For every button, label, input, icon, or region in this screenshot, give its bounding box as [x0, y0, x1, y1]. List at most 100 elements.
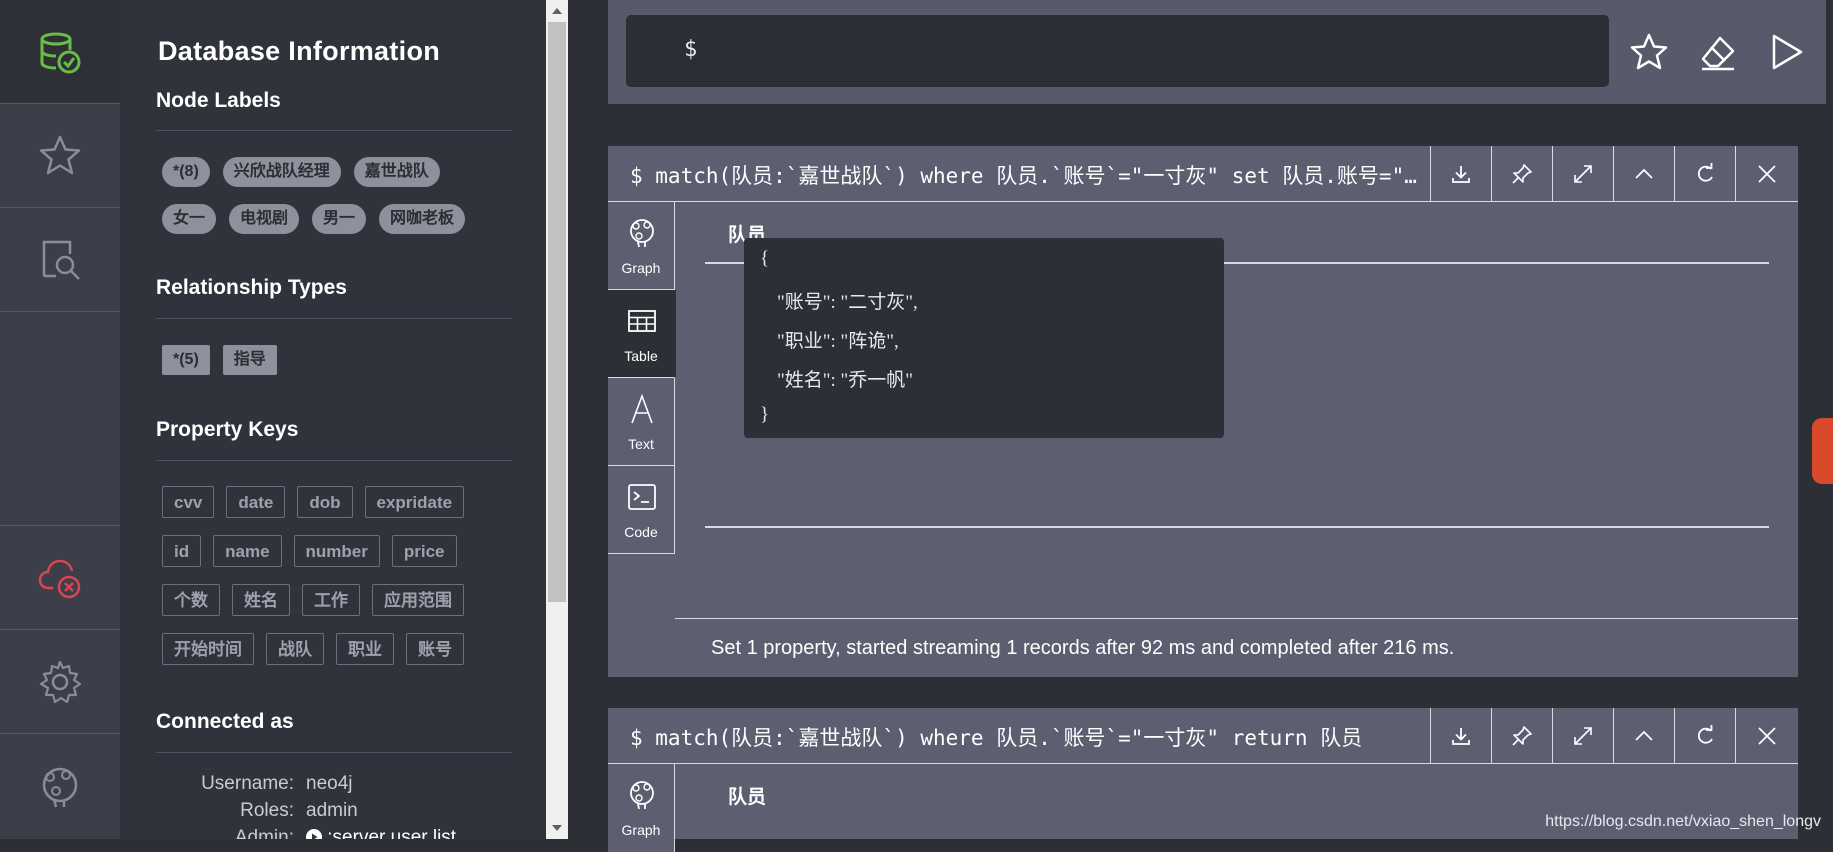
query-editor[interactable]: $ — [626, 15, 1609, 87]
graph-icon — [630, 781, 654, 810]
property-key-tag[interactable]: name — [213, 535, 282, 567]
rerun-button[interactable] — [1674, 708, 1735, 764]
property-key-tag[interactable]: dob — [297, 486, 353, 518]
tab-code[interactable]: Code — [608, 466, 674, 554]
property-key-tag[interactable]: 开始时间 — [162, 633, 254, 665]
json-line: "职业": "阵诡", — [777, 331, 899, 352]
frame-query-text[interactable]: $ match(队员:`嘉世战队`) where 队员.`账号`="一寸灰" r… — [630, 722, 1420, 752]
scroll-thumb[interactable] — [548, 22, 566, 602]
sync-nav[interactable] — [0, 526, 120, 630]
drawer-scrollbar[interactable] — [546, 0, 568, 839]
result-frame: $ match(队员:`嘉世战队`) where 队员.`账号`="一寸灰" s… — [608, 146, 1798, 677]
property-key-tag[interactable]: 战队 — [266, 633, 324, 665]
close-icon — [1758, 165, 1776, 183]
pin-button[interactable] — [1491, 708, 1552, 764]
divider — [156, 130, 512, 131]
scroll-down-arrow[interactable] — [552, 825, 562, 831]
json-line: "账号": "二寸灰", — [777, 292, 918, 313]
node-label-chip[interactable]: 女一 — [162, 204, 217, 234]
divider — [156, 752, 512, 753]
nav-rail — [0, 0, 120, 839]
tab-table[interactable]: Table — [608, 290, 676, 378]
property-key-tag[interactable]: expridate — [364, 486, 465, 518]
drawer-title: Database Information — [158, 36, 441, 66]
chevron-up-icon — [1635, 168, 1653, 179]
frame-query-text[interactable]: $ match(队员:`嘉世战队`) where 队员.`账号`="一寸灰" s… — [630, 160, 1420, 190]
tab-table-label: Table — [624, 348, 658, 364]
node-label-chip[interactable]: 男一 — [312, 204, 367, 234]
property-key-tag[interactable]: 职业 — [336, 633, 394, 665]
frame-header: $ match(队员:`嘉世战队`) where 队员.`账号`="一寸灰" r… — [608, 708, 1798, 764]
collapse-button[interactable] — [1613, 708, 1674, 764]
relationship-types-list: *(5) 指导 — [162, 345, 502, 392]
frame-header: $ match(队员:`嘉世战队`) where 队员.`账号`="一寸灰" s… — [608, 146, 1798, 202]
property-key-tag[interactable]: 工作 — [302, 584, 360, 616]
refresh-icon — [1697, 725, 1713, 744]
rail-spacer — [0, 312, 120, 526]
tab-text[interactable]: Text — [608, 378, 674, 466]
close-frame-button[interactable] — [1735, 708, 1798, 764]
property-key-tag[interactable]: 应用范围 — [372, 584, 464, 616]
admin-label: Admin: — [234, 827, 294, 839]
property-key-tag[interactable]: 个数 — [162, 584, 220, 616]
pin-icon — [1512, 164, 1532, 184]
editor-prompt: $ — [684, 37, 698, 62]
divider — [156, 460, 512, 461]
tab-graph[interactable]: Graph — [608, 202, 674, 290]
floating-promo-badge[interactable] — [1812, 418, 1833, 484]
favorites-nav[interactable] — [0, 104, 120, 208]
documents-nav[interactable] — [0, 208, 120, 312]
fullscreen-button[interactable] — [1552, 708, 1613, 764]
table-icon — [628, 310, 656, 332]
node-label-chip[interactable]: 电视剧 — [229, 204, 300, 234]
chevron-up-icon — [1635, 730, 1653, 741]
database-info-nav[interactable] — [0, 0, 120, 104]
node-label-chip[interactable]: 嘉世战队 — [353, 157, 440, 187]
run-play-icon[interactable] — [1766, 32, 1806, 72]
json-line: "姓名": "乔一帆" — [777, 370, 914, 391]
connected-as-title: Connected as — [156, 710, 294, 733]
star-icon — [39, 135, 81, 174]
cloud-error-icon — [38, 559, 81, 598]
node-labels-list: *(8) 兴欣战队经理 嘉世战队 女一 电视剧 男一 网咖老板 — [162, 157, 502, 251]
rerun-button[interactable] — [1674, 146, 1735, 202]
watermark: https://blog.csdn.net/vxiao_shen_longv — [1545, 813, 1821, 830]
refresh-icon — [1697, 163, 1713, 182]
eraser-icon[interactable] — [1698, 32, 1738, 72]
download-button[interactable] — [1430, 146, 1491, 202]
about-nav[interactable] — [0, 734, 120, 839]
editor-bar: $ — [608, 0, 1826, 104]
relationship-type-chip[interactable]: 指导 — [222, 345, 277, 375]
node-label-chip[interactable]: 兴欣战队经理 — [222, 157, 341, 187]
close-frame-button[interactable] — [1735, 146, 1798, 202]
expand-icon — [1574, 727, 1592, 745]
status-message: Set 1 property, started streaming 1 reco… — [711, 637, 1455, 659]
property-key-tag[interactable]: id — [162, 535, 202, 567]
property-key-tag[interactable]: number — [293, 535, 380, 567]
property-key-tag[interactable]: 账号 — [406, 633, 464, 665]
username-value: neo4j — [306, 773, 353, 794]
download-button[interactable] — [1430, 708, 1491, 764]
gear-icon — [39, 660, 82, 703]
roles-value: admin — [306, 800, 358, 821]
scroll-up-arrow[interactable] — [552, 8, 562, 14]
settings-nav[interactable] — [0, 630, 120, 734]
pin-button[interactable] — [1491, 146, 1552, 202]
property-key-tag[interactable]: 姓名 — [232, 584, 290, 616]
json-line: } — [760, 404, 770, 425]
table-column-header: 队员 — [728, 787, 767, 808]
admin-command-link[interactable]: :server user list — [306, 827, 456, 839]
database-icon — [40, 32, 81, 73]
node-label-chip[interactable]: *(8) — [162, 157, 210, 187]
fullscreen-button[interactable] — [1552, 146, 1613, 202]
json-line: { — [760, 248, 770, 269]
tab-text-label: Text — [628, 436, 654, 452]
relationship-type-chip[interactable]: *(5) — [162, 345, 210, 375]
property-key-tag[interactable]: price — [391, 535, 457, 567]
favorite-star-icon[interactable] — [1629, 32, 1669, 72]
tab-graph-label: Graph — [621, 260, 661, 276]
property-key-tag[interactable]: cvv — [162, 486, 215, 518]
property-key-tag[interactable]: date — [226, 486, 286, 518]
collapse-button[interactable] — [1613, 146, 1674, 202]
node-label-chip[interactable]: 网咖老板 — [379, 204, 466, 234]
